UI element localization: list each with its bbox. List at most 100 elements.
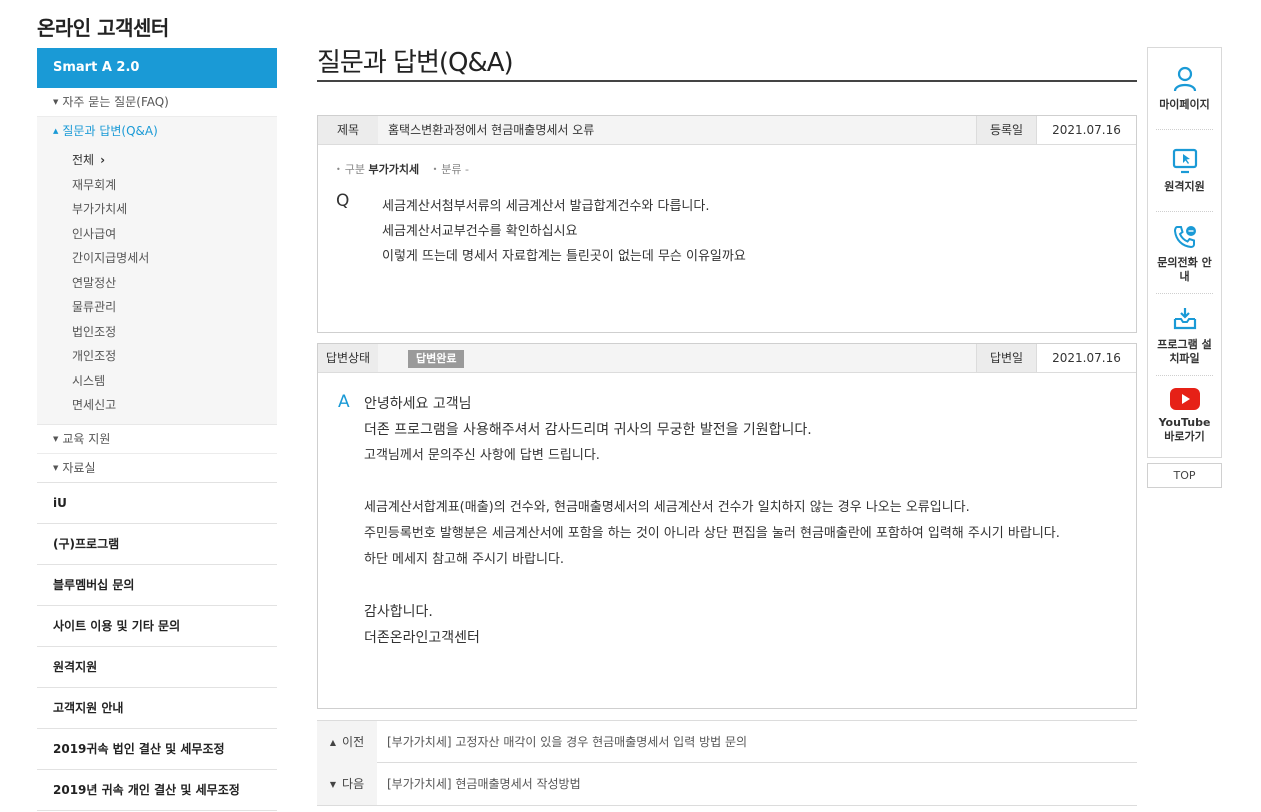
sidebar-subitem-all[interactable]: 전체 › xyxy=(37,148,277,173)
next-post-link[interactable]: [부가가치세] 현금매출명세서 작성방법 xyxy=(387,763,581,805)
register-date-label: 등록일 xyxy=(976,116,1036,144)
answer-line: 감사합니다. xyxy=(364,604,433,620)
question-subject: 홈택스변환과정에서 현금매출명세서 오류 xyxy=(388,116,976,144)
sidebar-item-label: 질문과 답변(Q&A) xyxy=(62,124,158,138)
question-mark: Q xyxy=(336,191,350,211)
answer-line: 세금계산서합계표(매출)의 건수와, 현금매출명세서의 세금계산서 건수가 일치… xyxy=(364,500,970,515)
sidebar-item-label: 교육 지원 xyxy=(62,431,111,446)
site-title: 온라인 고객센터 xyxy=(37,16,169,40)
sidebar-main-item[interactable]: 사이트 이용 및 기타 문의 xyxy=(37,606,277,647)
sidebar-item-edu[interactable]: ▼ 교육 지원 xyxy=(37,425,277,454)
class-label: 분류 xyxy=(441,163,462,176)
sidebar-main-item[interactable]: 원격지원 xyxy=(37,647,277,688)
question-box: 제목 홈택스변환과정에서 현금매출명세서 오류 등록일 2021.07.16 •… xyxy=(317,115,1137,333)
chevron-right-icon: › xyxy=(100,153,106,167)
question-meta: • 구분 부가가치세 • 분류 - xyxy=(336,161,469,177)
answer-line: 더존온라인고객센터 xyxy=(364,630,480,646)
bullet-icon: • xyxy=(432,165,438,174)
youtube-icon xyxy=(1169,388,1200,410)
divider xyxy=(1156,211,1213,212)
category-label: 구분 xyxy=(344,163,365,176)
answer-line: 고객님께서 문의주신 사항에 답변 드립니다. xyxy=(364,448,600,463)
question-body: 세금계산서첨부서류의 세금계산서 발급합계건수와 다릅니다. 세금계산서교부건수… xyxy=(382,194,746,269)
quick-youtube-label: YouTube 바로가기 xyxy=(1158,416,1211,443)
sidebar-item-label: 자주 묻는 질문(FAQ) xyxy=(62,95,169,109)
sidebar-main-item[interactable]: 블루멤버십 문의 xyxy=(37,565,277,606)
sidebar-main-item[interactable]: 고객지원 안내 xyxy=(37,688,277,729)
download-tray-icon xyxy=(1173,308,1196,330)
sidebar-subitem[interactable]: 개인조정 xyxy=(37,344,277,369)
user-icon xyxy=(1173,66,1196,92)
triangle-up-icon: ▲ xyxy=(329,738,337,747)
divider xyxy=(1156,293,1213,294)
next-label: ▼ 다음 xyxy=(317,763,377,805)
sidebar-subitem-label: 전체 xyxy=(72,153,95,167)
sidebar-subitem[interactable]: 부가가치세 xyxy=(37,197,277,222)
answer-date-label: 답변일 xyxy=(976,344,1036,372)
answer-status-label: 답변상태 xyxy=(318,344,378,372)
phone-icon xyxy=(1173,226,1196,249)
divider xyxy=(1156,375,1213,376)
answer-box: 답변상태 답변완료 답변일 2021.07.16 A 안녕하세요 고객님 더존 … xyxy=(317,343,1137,709)
sidebar-item-faq[interactable]: ▼ 자주 묻는 질문(FAQ) xyxy=(37,88,277,117)
divider xyxy=(1156,129,1213,130)
answer-line: 하단 메세지 참고해 주시기 바랍니다. xyxy=(364,552,565,567)
answer-line: 더존 프로그램을 사용해주셔서 감사드리며 귀사의 무궁한 발전을 기원합니다. xyxy=(364,422,812,438)
answer-status: 답변완료 xyxy=(408,344,465,372)
monitor-cursor-icon xyxy=(1172,148,1197,174)
next-label-text: 다음 xyxy=(342,777,365,791)
sidebar-main-item[interactable]: 2019귀속 법인 결산 및 세무조정 xyxy=(37,729,277,770)
prev-label-text: 이전 xyxy=(342,735,365,749)
question-line: 세금계산서첨부서류의 세금계산서 발급합계건수와 다릅니다. xyxy=(382,199,710,214)
quick-remote[interactable]: 원격지원 xyxy=(1156,148,1213,194)
sidebar-subitem[interactable]: 연말정산 xyxy=(37,271,277,296)
sidebar-main-item[interactable]: iU xyxy=(37,483,277,524)
answer-mark: A xyxy=(338,392,350,412)
answer-line: 안녕하세요 고객님 xyxy=(364,396,472,412)
page-title: 질문과 답변(Q&A) xyxy=(317,48,514,78)
class-value: - xyxy=(465,163,470,176)
register-date: 2021.07.16 xyxy=(1036,116,1136,144)
answer-body: 안녕하세요 고객님 더존 프로그램을 사용해주셔서 감사드리며 귀사의 무궁한 … xyxy=(364,391,1060,651)
sidebar-qna-submenu: 전체 › 재무회계 부가가치세 인사급여 간이지급명세서 연말정산 물류관리 법인… xyxy=(37,146,277,425)
quick-youtube[interactable]: YouTube 바로가기 xyxy=(1156,388,1213,444)
sidebar-main-item[interactable]: (구)프로그램 xyxy=(37,524,277,565)
top-button[interactable]: TOP xyxy=(1147,463,1222,488)
quick-install[interactable]: 프로그램 설치파일 xyxy=(1156,306,1213,366)
triangle-down-icon: ▼ xyxy=(53,434,59,443)
answer-header: 답변상태 답변완료 답변일 2021.07.16 xyxy=(318,344,1136,373)
subject-label: 제목 xyxy=(318,116,378,144)
sidebar-subitem[interactable]: 법인조정 xyxy=(37,320,277,345)
sidebar-subitem[interactable]: 물류관리 xyxy=(37,295,277,320)
triangle-down-icon: ▼ xyxy=(53,463,59,472)
question-line: 이렇게 뜨는데 명세서 자료합계는 틀린곳이 없는데 무슨 이유일까요 xyxy=(382,249,746,264)
sidebar-subitem[interactable]: 시스템 xyxy=(37,369,277,394)
triangle-up-icon: ▲ xyxy=(53,127,59,135)
quick-mypage-label: 마이페이지 xyxy=(1159,98,1210,111)
sidebar-subitem[interactable]: 면세신고 xyxy=(37,393,277,418)
next-post-row[interactable]: ▼ 다음 [부가가치세] 현금매출명세서 작성방법 xyxy=(317,763,1137,806)
quick-menu: 마이페이지 원격지원 문의전화 안내 프로그램 설치파일 YouTube 바로가… xyxy=(1147,47,1222,458)
quick-install-label: 프로그램 설치파일 xyxy=(1157,338,1212,365)
status-badge: 답변완료 xyxy=(408,350,465,368)
answer-line: 주민등록번호 발행분은 세금계산서에 포함을 하는 것이 아니라 상단 편집을 … xyxy=(364,526,1060,541)
sidebar-item-library[interactable]: ▼ 자료실 xyxy=(37,454,277,483)
answer-date: 2021.07.16 xyxy=(1036,344,1136,372)
sidebar-subitem[interactable]: 재무회계 xyxy=(37,173,277,198)
sidebar-item-qna[interactable]: ▲ 질문과 답변(Q&A) xyxy=(37,117,277,146)
sidebar-main-item[interactable]: 2019년 귀속 개인 결산 및 세무조정 xyxy=(37,770,277,811)
question-line: 세금계산서교부건수를 확인하십시요 xyxy=(382,224,578,239)
prev-post-link[interactable]: [부가가치세] 고정자산 매각이 있을 경우 현금매출명세서 입력 방법 문의 xyxy=(387,721,747,763)
question-header: 제목 홈택스변환과정에서 현금매출명세서 오류 등록일 2021.07.16 xyxy=(318,116,1136,145)
title-divider xyxy=(317,80,1137,82)
sidebar-subitem[interactable]: 간이지급명세서 xyxy=(37,246,277,271)
quick-phone[interactable]: 문의전화 안내 xyxy=(1156,224,1213,284)
triangle-down-icon: ▼ xyxy=(53,98,59,106)
prev-post-row[interactable]: ▲ 이전 [부가가치세] 고정자산 매각이 있을 경우 현금매출명세서 입력 방법… xyxy=(317,720,1137,763)
quick-phone-label: 문의전화 안내 xyxy=(1157,256,1212,283)
quick-mypage[interactable]: 마이페이지 xyxy=(1156,66,1213,112)
sidebar-header-smart-a[interactable]: Smart A 2.0 xyxy=(37,48,277,88)
sidebar-subitem[interactable]: 인사급여 xyxy=(37,222,277,247)
